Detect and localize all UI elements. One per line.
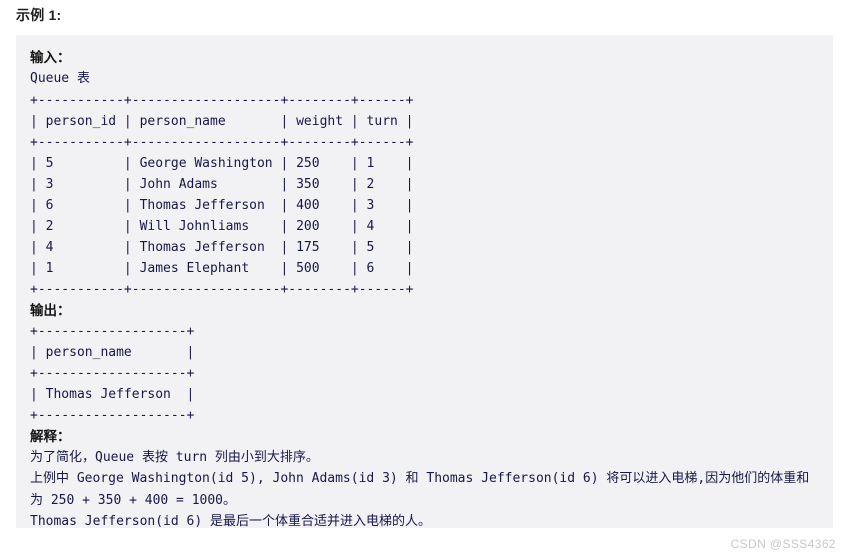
explanation-line-3: 为 250 + 350 + 400 = 1000。 xyxy=(30,492,237,508)
input-ascii-table: +-----------+-------------------+-------… xyxy=(30,92,414,297)
watermark: CSDN @SSS4362 xyxy=(730,537,836,551)
explanation-label: 解释： xyxy=(30,428,71,444)
output-ascii-table: +-------------------+ | person_name | +-… xyxy=(30,323,195,423)
input-table-caption: Queue 表 xyxy=(30,71,90,86)
explanation-section: 解释： 为了简化，Queue 表按 turn 列由小到大排序。 上例中 Geor… xyxy=(30,426,819,529)
explanation-line-2: 上例中 George Washington(id 5), John Adams(… xyxy=(30,471,810,486)
output-section: 输出： +-------------------+ | person_name … xyxy=(30,300,819,426)
example-panel: 示例 1: 输入： Queue 表 +-----------+---------… xyxy=(0,0,848,559)
example-code-block: 输入： Queue 表 +-----------+---------------… xyxy=(16,35,833,528)
explanation-line-4: Thomas Jefferson(id 6) 是最后一个体重合适并进入电梯的人。 xyxy=(30,514,432,528)
input-section: 输入： Queue 表 +-----------+---------------… xyxy=(30,47,819,300)
input-label: 输入： xyxy=(30,50,71,65)
page-title: 示例 1: xyxy=(16,7,62,23)
output-label: 输出： xyxy=(30,302,71,318)
explanation-line-1: 为了简化，Queue 表按 turn 列由小到大排序。 xyxy=(30,449,319,465)
